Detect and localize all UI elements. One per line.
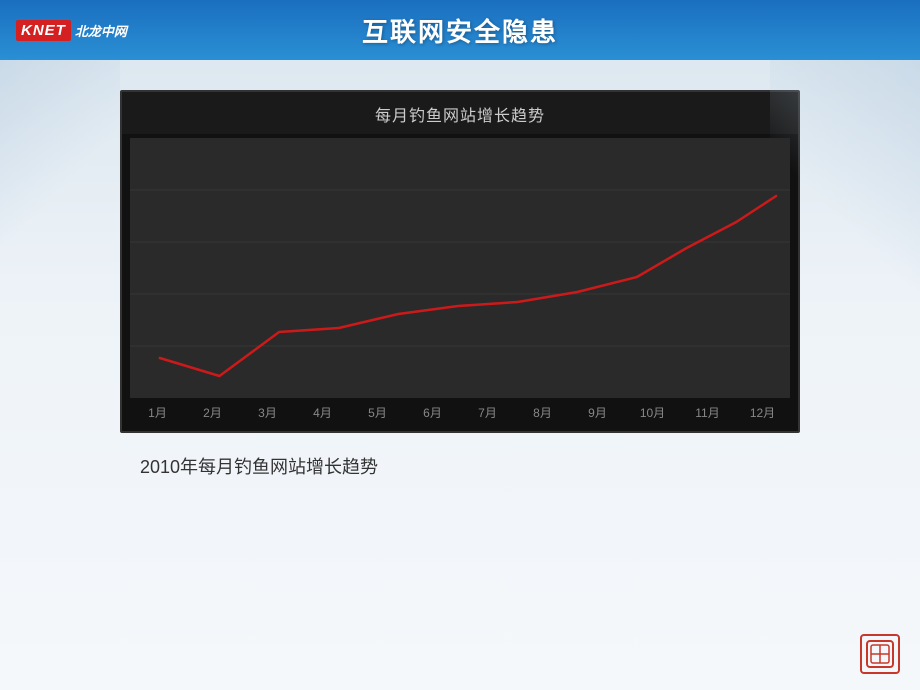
knet-logo: KNET xyxy=(16,20,71,41)
x-label-11: 11月 xyxy=(680,404,735,421)
logo-area: KNET 北龙中网 xyxy=(16,20,127,41)
x-axis: 1月 2月 3月 4月 5月 6月 7月 8月 9月 10月 11月 12月 xyxy=(122,398,798,431)
x-label-4: 4月 xyxy=(295,404,350,421)
x-label-7: 7月 xyxy=(460,404,515,421)
chart-title: 每月钓鱼网站增长趋势 xyxy=(122,92,798,134)
x-label-8: 8月 xyxy=(515,404,570,421)
x-label-2: 2月 xyxy=(185,404,240,421)
line-chart-svg xyxy=(130,138,790,398)
bottom-decoration xyxy=(860,634,900,674)
page-title: 互联网安全隐患 xyxy=(362,12,558,49)
x-label-5: 5月 xyxy=(350,404,405,421)
chart-caption: 2010年每月钓鱼网站增长趋势 xyxy=(140,453,378,479)
x-label-1: 1月 xyxy=(130,404,185,421)
x-label-6: 6月 xyxy=(405,404,460,421)
header: KNET 北龙中网 互联网安全隐患 xyxy=(0,0,920,60)
x-label-3: 3月 xyxy=(240,404,295,421)
logo-name: 北龙中网 xyxy=(75,21,127,40)
brand-svg-icon xyxy=(865,639,895,669)
x-label-9: 9月 xyxy=(570,404,625,421)
bg-right-decoration xyxy=(770,60,920,310)
chart-plot-area xyxy=(130,138,790,398)
bg-left-decoration xyxy=(0,60,120,260)
chart-container: 每月钓鱼网站增长趋势 1月 2月 3月 4月 5月 6月 7月 8月 9月 10… xyxy=(120,90,800,433)
x-label-12: 12月 xyxy=(735,404,790,421)
x-label-10: 10月 xyxy=(625,404,680,421)
brand-icon xyxy=(860,634,900,674)
